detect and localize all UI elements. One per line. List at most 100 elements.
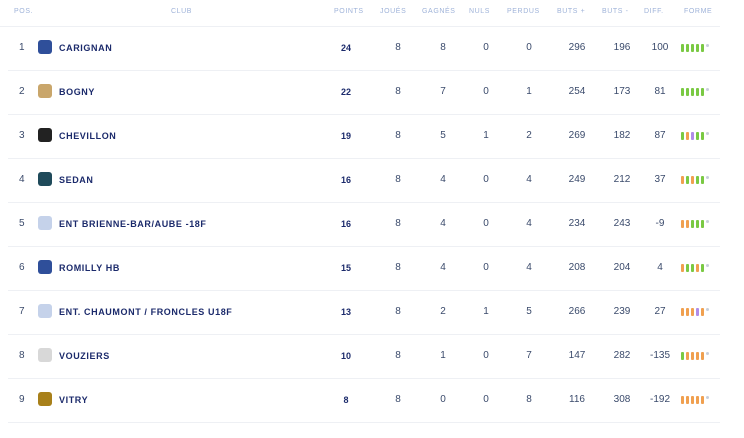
table-row[interactable]: 4 SEDAN 16 8 4 0 4 249 212 37 <box>8 158 720 203</box>
club-name[interactable]: ROMILLY HB <box>59 246 120 290</box>
points-cell: 16 <box>340 175 351 185</box>
buts-plus-cell: 266 <box>568 306 586 317</box>
header-club[interactable]: CLUB <box>171 8 192 15</box>
header-pos[interactable]: POS. <box>14 8 33 15</box>
table-row[interactable]: 9 VITRY 8 8 0 0 8 116 308 -192 <box>8 378 720 423</box>
form-more-dot-icon <box>706 132 709 135</box>
perdus-cell: 8 <box>526 394 532 405</box>
form-bar <box>686 44 689 52</box>
form-bar <box>691 308 694 316</box>
form-indicator <box>681 88 721 96</box>
form-bar <box>696 132 699 140</box>
form-bar <box>696 88 699 96</box>
diff-cell: 37 <box>654 174 666 185</box>
table-row[interactable]: 8 VOUZIERS 10 8 1 0 7 147 282 -135 <box>8 334 720 379</box>
joues-cell: 8 <box>395 394 401 405</box>
gagnes-cell: 2 <box>440 306 446 317</box>
header-nuls[interactable]: NULS <box>469 8 490 15</box>
gagnes-cell: 4 <box>440 174 446 185</box>
club-name[interactable]: SEDAN <box>59 158 94 202</box>
table-row[interactable]: 7 ENT. CHAUMONT / FRONCLES U18F 13 8 2 1 5 266 2… <box>8 290 720 335</box>
club-name[interactable]: BOGNY <box>59 70 95 114</box>
diff-cell: 100 <box>651 42 669 53</box>
buts-minus-cell: 196 <box>613 42 631 53</box>
diff-cell: 87 <box>654 130 666 141</box>
form-bar <box>681 132 684 140</box>
form-bar <box>686 176 689 184</box>
form-bar <box>701 88 704 96</box>
club-name[interactable]: VOUZIERS <box>59 334 110 378</box>
joues-cell: 8 <box>395 306 401 317</box>
header-joues[interactable]: JOUÉS <box>380 8 406 15</box>
form-bar <box>691 264 694 272</box>
position-cell: 9 <box>19 394 25 405</box>
table-row[interactable]: 6 ROMILLY HB 15 8 4 0 4 208 204 4 <box>8 246 720 291</box>
form-bar <box>701 352 704 360</box>
form-bar <box>691 352 694 360</box>
form-bar <box>686 220 689 228</box>
position-cell: 6 <box>19 262 25 273</box>
header-forme: FORME <box>684 8 713 15</box>
standings-table: POS. CLUB POINTS JOUÉS GAGNÉS NULS PERDU… <box>0 0 744 438</box>
club-name[interactable]: CARIGNAN <box>59 26 112 70</box>
form-indicator <box>681 220 721 228</box>
nuls-cell: 0 <box>483 262 489 273</box>
club-name[interactable]: VITRY <box>59 378 88 422</box>
form-more-dot-icon <box>706 396 709 399</box>
points-cell: 22 <box>340 87 351 97</box>
diff-cell: 81 <box>654 86 666 97</box>
club-name[interactable]: ENT BRIENNE-BAR/AUBE -18F <box>59 202 207 246</box>
table-row[interactable]: 5 ENT BRIENNE-BAR/AUBE -18F 16 8 4 0 4 234 243 -9 <box>8 202 720 247</box>
gagnes-cell: 0 <box>440 394 446 405</box>
club-logo-icon <box>38 392 52 406</box>
points-cell: 10 <box>340 351 351 361</box>
buts-minus-cell: 243 <box>613 218 631 229</box>
points-cell: 24 <box>340 43 351 53</box>
form-bar <box>696 352 699 360</box>
form-bar <box>701 264 704 272</box>
points-cell: 16 <box>340 219 351 229</box>
header-buts-minus[interactable]: BUTS - <box>602 8 629 15</box>
form-more-dot-icon <box>706 352 709 355</box>
header-perdus[interactable]: PERDUS <box>507 8 540 15</box>
buts-minus-cell: 173 <box>613 86 631 97</box>
form-bar <box>701 176 704 184</box>
perdus-cell: 4 <box>526 218 532 229</box>
table-row[interactable]: 2 BOGNY 22 8 7 0 1 254 173 81 <box>8 70 720 115</box>
club-name[interactable]: ENT. CHAUMONT / FRONCLES U18F <box>59 290 232 334</box>
header-points[interactable]: POINTS <box>334 8 364 15</box>
diff-cell: -9 <box>655 218 665 229</box>
gagnes-cell: 7 <box>440 86 446 97</box>
table-row[interactable]: 3 CHEVILLON 19 8 5 1 2 269 182 87 <box>8 114 720 159</box>
form-bar <box>681 44 684 52</box>
club-name[interactable]: CHEVILLON <box>59 114 116 158</box>
gagnes-cell: 8 <box>440 42 446 53</box>
gagnes-cell: 4 <box>440 262 446 273</box>
gagnes-cell: 4 <box>440 218 446 229</box>
header-diff[interactable]: DIFF. <box>644 8 664 15</box>
diff-cell: 4 <box>657 262 663 273</box>
form-more-dot-icon <box>706 220 709 223</box>
form-bar <box>696 176 699 184</box>
joues-cell: 8 <box>395 174 401 185</box>
header-gagnes[interactable]: GAGNÉS <box>422 8 456 15</box>
form-bar <box>686 132 689 140</box>
joues-cell: 8 <box>395 86 401 97</box>
form-indicator <box>681 396 721 404</box>
table-row[interactable]: 1 CARIGNAN 24 8 8 0 0 296 196 100 <box>8 26 720 71</box>
form-indicator <box>681 132 721 140</box>
nuls-cell: 1 <box>483 306 489 317</box>
header-buts-plus[interactable]: BUTS + <box>557 8 585 15</box>
position-cell: 3 <box>19 130 25 141</box>
club-logo-icon <box>38 128 52 142</box>
perdus-cell: 1 <box>526 86 532 97</box>
form-bar <box>686 352 689 360</box>
buts-plus-cell: 147 <box>568 350 586 361</box>
joues-cell: 8 <box>395 42 401 53</box>
form-more-dot-icon <box>706 264 709 267</box>
joues-cell: 8 <box>395 130 401 141</box>
form-bar <box>701 220 704 228</box>
perdus-cell: 7 <box>526 350 532 361</box>
position-cell: 2 <box>19 86 25 97</box>
points-cell: 19 <box>340 131 351 141</box>
